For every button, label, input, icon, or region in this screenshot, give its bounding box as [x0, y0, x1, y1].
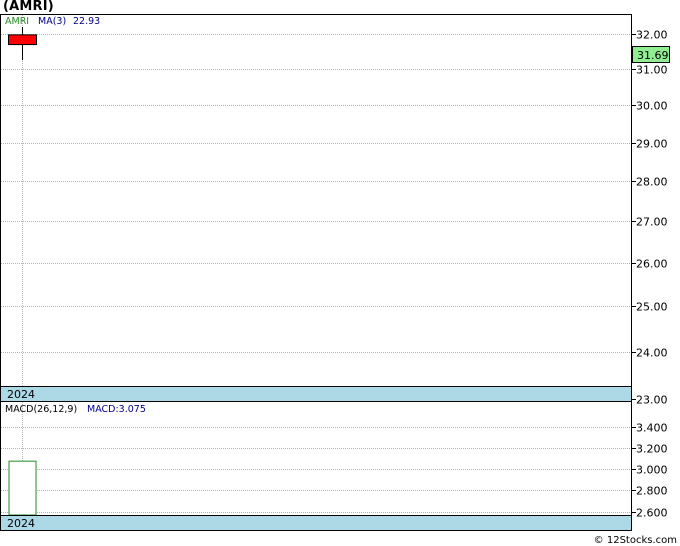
macd-tick-label: 3.200: [636, 443, 668, 456]
price-year-label: 2024: [7, 388, 35, 401]
price-tick-label: 27.00: [636, 216, 668, 229]
current-price-label: 31.69: [637, 49, 669, 62]
legend-ma-value: 22.93: [73, 16, 100, 27]
macd-tick-label: 3.000: [636, 464, 668, 477]
price-tick-label: 32.00: [636, 29, 668, 42]
macd-year-band: [0, 515, 632, 531]
price-tick-label: 31.00: [636, 64, 668, 77]
macd-bar: [8, 460, 37, 516]
price-panel: [0, 14, 632, 402]
price-tick-label: 28.00: [636, 176, 668, 189]
macd-year-label: 2024: [7, 517, 35, 530]
stock-chart: 32.00 31.00 30.00 29.00 28.00 27.00 26.00 25.00…: [0, 14, 670, 531]
macd-tick-label: 2.800: [636, 485, 668, 498]
price-tick-label: 29.00: [636, 138, 668, 151]
price-year-band: [0, 386, 632, 402]
price-tick-label: 23.00: [636, 394, 668, 407]
macd-axis: 3.400 3.200 3.000 2.800 2.600: [632, 422, 668, 520]
macd-tick-label: 3.400: [636, 422, 668, 435]
macd-tick-label: 2.600: [636, 507, 668, 520]
legend-ticker: AMRI: [5, 16, 29, 27]
price-axis: 32.00 31.00 30.00 29.00 28.00 27.00 26.00 25.00…: [632, 29, 668, 407]
macd-bars: [8, 460, 37, 516]
legend-ma-label: MA(3): [38, 16, 66, 27]
candle-body: [8, 34, 37, 46]
price-tick-label: 25.00: [636, 301, 668, 314]
price-tick-label: 26.00: [636, 258, 668, 271]
macd-legend-value: MACD:3.075: [87, 404, 146, 415]
price-tick-label: 30.00: [636, 100, 668, 113]
macd-legend-label: MACD(26,12,9): [5, 404, 77, 415]
credit-text: © 12Stocks.com: [593, 535, 677, 546]
price-tick-label: 24.00: [636, 347, 668, 360]
macd-panel: [0, 401, 632, 531]
